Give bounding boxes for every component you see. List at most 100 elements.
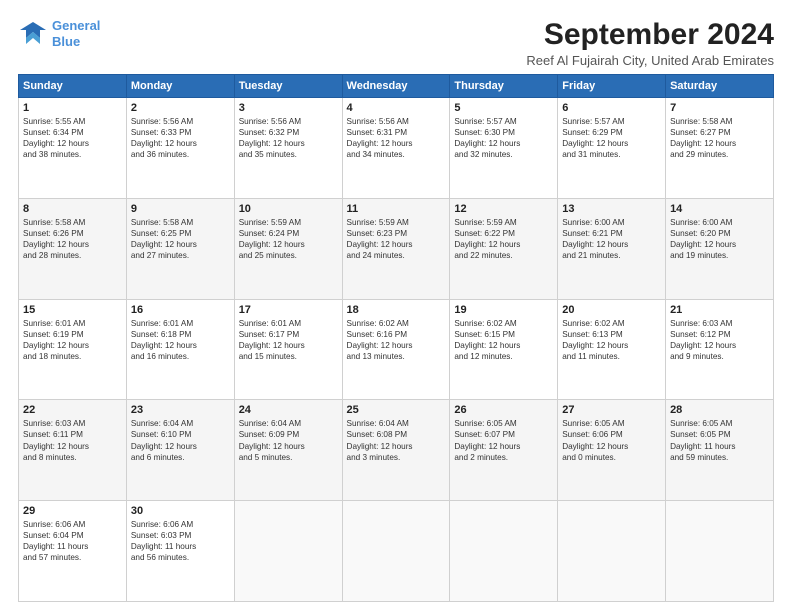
day-number: 17 [239, 304, 338, 316]
day-number: 18 [347, 304, 446, 316]
day-info: Sunrise: 6:02 AMSunset: 6:16 PMDaylight:… [347, 318, 446, 362]
day-number: 8 [23, 203, 122, 215]
day-info: Sunrise: 6:03 AMSunset: 6:12 PMDaylight:… [670, 318, 769, 362]
day-number: 21 [670, 304, 769, 316]
day-info: Sunrise: 6:01 AMSunset: 6:18 PMDaylight:… [131, 318, 230, 362]
day-header-tuesday: Tuesday [234, 75, 342, 98]
day-number: 20 [562, 304, 661, 316]
day-number: 9 [131, 203, 230, 215]
day-number: 6 [562, 102, 661, 114]
day-number: 12 [454, 203, 553, 215]
day-number: 23 [131, 404, 230, 416]
day-info: Sunrise: 6:02 AMSunset: 6:15 PMDaylight:… [454, 318, 553, 362]
day-number: 10 [239, 203, 338, 215]
calendar-page: General Blue September 2024 Reef Al Fuja… [0, 0, 792, 612]
day-number: 14 [670, 203, 769, 215]
day-number: 29 [23, 505, 122, 517]
calendar-cell: 28 Sunrise: 6:05 AMSunset: 6:05 PMDayligh… [666, 400, 774, 501]
calendar-cell: 7 Sunrise: 5:58 AMSunset: 6:27 PMDaylight… [666, 98, 774, 199]
day-info: Sunrise: 6:04 AMSunset: 6:09 PMDaylight:… [239, 418, 338, 462]
calendar-cell [666, 501, 774, 602]
calendar-cell: 9Sunrise: 5:58 AMSunset: 6:25 PMDaylight… [126, 198, 234, 299]
calendar-week-4: 22Sunrise: 6:03 AMSunset: 6:11 PMDayligh… [19, 400, 774, 501]
day-number: 26 [454, 404, 553, 416]
day-number: 30 [131, 505, 230, 517]
location-subtitle: Reef Al Fujairah City, United Arab Emira… [526, 53, 774, 68]
day-number: 16 [131, 304, 230, 316]
day-header-wednesday: Wednesday [342, 75, 450, 98]
day-number: 5 [454, 102, 553, 114]
calendar-cell: 13Sunrise: 6:00 AMSunset: 6:21 PMDayligh… [558, 198, 666, 299]
calendar-cell: 17Sunrise: 6:01 AMSunset: 6:17 PMDayligh… [234, 299, 342, 400]
calendar-cell: 4 Sunrise: 5:56 AMSunset: 6:31 PMDaylight… [342, 98, 450, 199]
day-number: 7 [670, 102, 769, 114]
day-number: 2 [131, 102, 230, 114]
calendar-cell: 14Sunrise: 6:00 AMSunset: 6:20 PMDayligh… [666, 198, 774, 299]
calendar-cell: 24Sunrise: 6:04 AMSunset: 6:09 PMDayligh… [234, 400, 342, 501]
day-info: Sunrise: 6:02 AMSunset: 6:13 PMDaylight:… [562, 318, 661, 362]
calendar-week-3: 15Sunrise: 6:01 AMSunset: 6:19 PMDayligh… [19, 299, 774, 400]
calendar-cell: 6 Sunrise: 5:57 AMSunset: 6:29 PMDaylight… [558, 98, 666, 199]
logo-line2: Blue [52, 34, 80, 49]
logo: General Blue [18, 18, 100, 49]
title-block: September 2024 Reef Al Fujairah City, Un… [526, 18, 774, 68]
day-info: Sunrise: 6:06 AMSunset: 6:04 PMDaylight:… [23, 519, 122, 563]
day-info: Sunrise: 6:06 AMSunset: 6:03 PMDaylight:… [131, 519, 230, 563]
calendar-cell: 26 Sunrise: 6:05 AMSunset: 6:07 PMDayligh… [450, 400, 558, 501]
day-number: 25 [347, 404, 446, 416]
calendar-cell: 27 Sunrise: 6:05 AMSunset: 6:06 PMDayligh… [558, 400, 666, 501]
day-info: Sunrise: 5:58 AMSunset: 6:27 PMDaylight:… [670, 116, 769, 160]
calendar-cell [342, 501, 450, 602]
calendar-cell: 8Sunrise: 5:58 AMSunset: 6:26 PMDaylight… [19, 198, 127, 299]
day-header-monday: Monday [126, 75, 234, 98]
day-info: Sunrise: 5:57 AMSunset: 6:29 PMDaylight:… [562, 116, 661, 160]
calendar-cell: 12 Sunrise: 5:59 AMSunset: 6:22 PMDayligh… [450, 198, 558, 299]
day-info: Sunrise: 5:59 AMSunset: 6:24 PMDaylight:… [239, 217, 338, 261]
header-row: SundayMondayTuesdayWednesdayThursdayFrid… [19, 75, 774, 98]
day-info: Sunrise: 6:05 AMSunset: 6:07 PMDaylight:… [454, 418, 553, 462]
calendar-week-2: 8Sunrise: 5:58 AMSunset: 6:26 PMDaylight… [19, 198, 774, 299]
calendar-cell: 1Sunrise: 5:55 AMSunset: 6:34 PMDaylight… [19, 98, 127, 199]
day-info: Sunrise: 6:03 AMSunset: 6:11 PMDaylight:… [23, 418, 122, 462]
day-info: Sunrise: 5:59 AMSunset: 6:23 PMDaylight:… [347, 217, 446, 261]
calendar-header: SundayMondayTuesdayWednesdayThursdayFrid… [19, 75, 774, 98]
calendar-cell: 22Sunrise: 6:03 AMSunset: 6:11 PMDayligh… [19, 400, 127, 501]
calendar-cell: 2 Sunrise: 5:56 AMSunset: 6:33 PMDaylight… [126, 98, 234, 199]
day-info: Sunrise: 6:01 AMSunset: 6:19 PMDaylight:… [23, 318, 122, 362]
calendar-cell [558, 501, 666, 602]
calendar-cell: 15Sunrise: 6:01 AMSunset: 6:19 PMDayligh… [19, 299, 127, 400]
day-number: 28 [670, 404, 769, 416]
calendar-week-5: 29 Sunrise: 6:06 AMSunset: 6:04 PMDayligh… [19, 501, 774, 602]
calendar-cell: 21 Sunrise: 6:03 AMSunset: 6:12 PMDayligh… [666, 299, 774, 400]
day-number: 27 [562, 404, 661, 416]
calendar-cell: 23 Sunrise: 6:04 AMSunset: 6:10 PMDayligh… [126, 400, 234, 501]
logo-line1: General [52, 18, 100, 33]
calendar-cell [234, 501, 342, 602]
day-info: Sunrise: 6:05 AMSunset: 6:05 PMDaylight:… [670, 418, 769, 462]
day-info: Sunrise: 5:55 AMSunset: 6:34 PMDaylight:… [23, 116, 122, 160]
logo-icon [18, 20, 48, 48]
day-header-thursday: Thursday [450, 75, 558, 98]
calendar-cell: 20 Sunrise: 6:02 AMSunset: 6:13 PMDayligh… [558, 299, 666, 400]
day-info: Sunrise: 5:56 AMSunset: 6:33 PMDaylight:… [131, 116, 230, 160]
logo-text: General Blue [52, 18, 100, 49]
day-number: 13 [562, 203, 661, 215]
day-info: Sunrise: 6:05 AMSunset: 6:06 PMDaylight:… [562, 418, 661, 462]
calendar-body: 1Sunrise: 5:55 AMSunset: 6:34 PMDaylight… [19, 98, 774, 602]
header: General Blue September 2024 Reef Al Fuja… [18, 18, 774, 68]
day-info: Sunrise: 5:56 AMSunset: 6:32 PMDaylight:… [239, 116, 338, 160]
calendar-table: SundayMondayTuesdayWednesdayThursdayFrid… [18, 74, 774, 602]
day-info: Sunrise: 6:04 AMSunset: 6:08 PMDaylight:… [347, 418, 446, 462]
day-number: 4 [347, 102, 446, 114]
day-info: Sunrise: 5:56 AMSunset: 6:31 PMDaylight:… [347, 116, 446, 160]
month-title: September 2024 [526, 18, 774, 51]
calendar-cell: 11Sunrise: 5:59 AMSunset: 6:23 PMDayligh… [342, 198, 450, 299]
calendar-cell: 16 Sunrise: 6:01 AMSunset: 6:18 PMDayligh… [126, 299, 234, 400]
calendar-cell: 25 Sunrise: 6:04 AMSunset: 6:08 PMDayligh… [342, 400, 450, 501]
day-header-saturday: Saturday [666, 75, 774, 98]
day-number: 19 [454, 304, 553, 316]
calendar-cell [450, 501, 558, 602]
day-info: Sunrise: 6:04 AMSunset: 6:10 PMDaylight:… [131, 418, 230, 462]
calendar-cell: 3Sunrise: 5:56 AMSunset: 6:32 PMDaylight… [234, 98, 342, 199]
day-info: Sunrise: 5:59 AMSunset: 6:22 PMDaylight:… [454, 217, 553, 261]
